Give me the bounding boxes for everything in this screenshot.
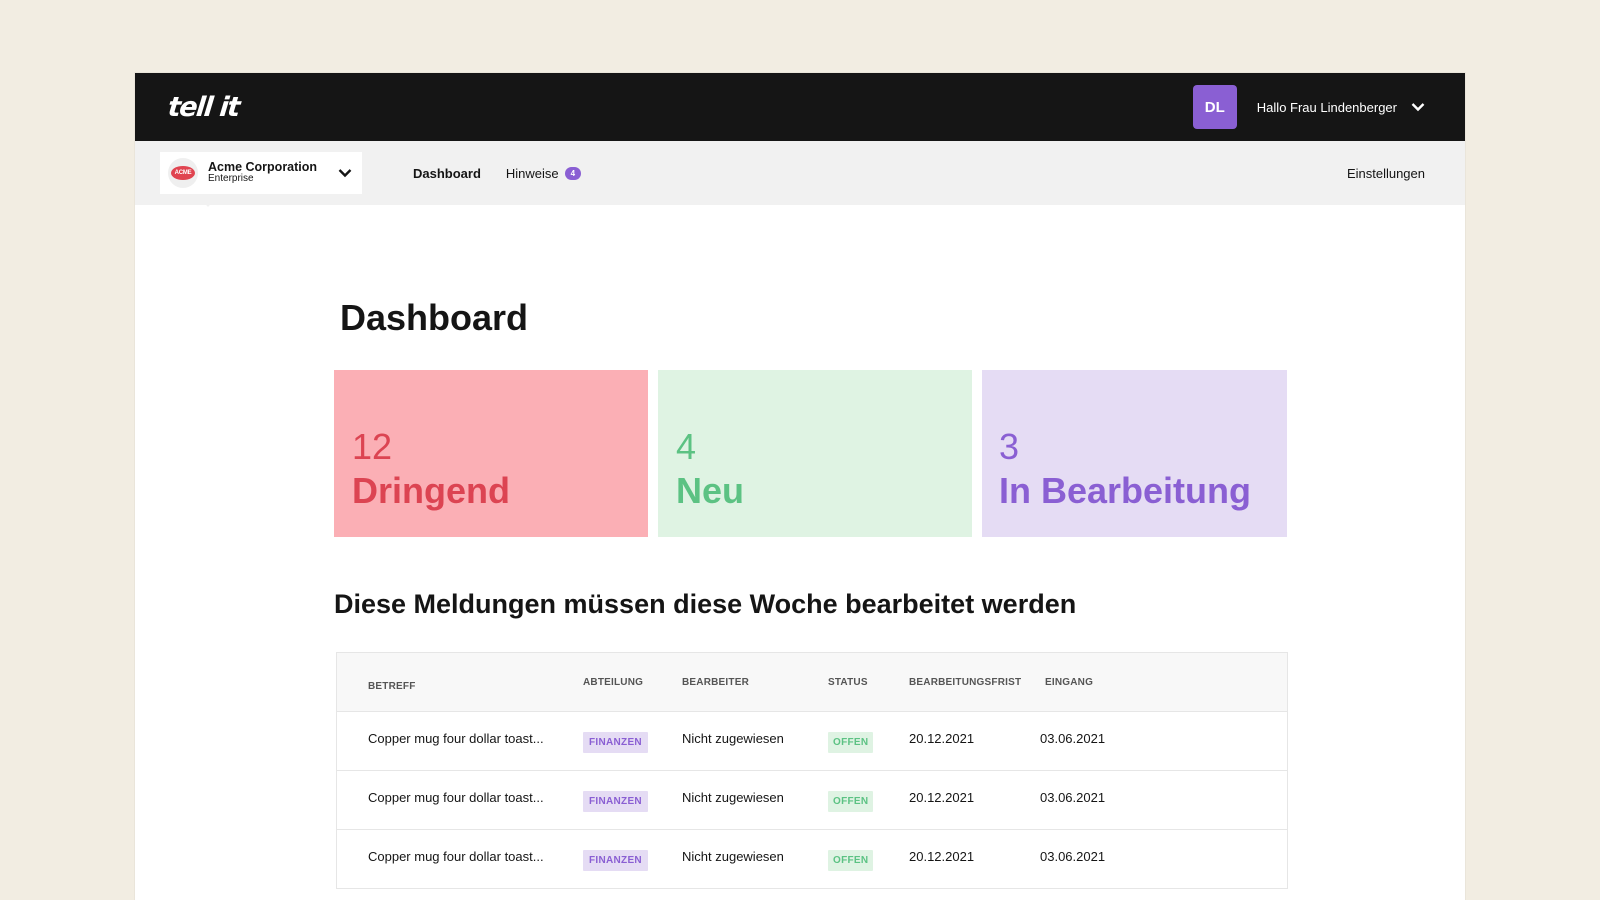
nav-settings[interactable]: Einstellungen bbox=[1347, 166, 1425, 181]
card-label: Neu bbox=[676, 470, 745, 511]
status-badge: OFFEN bbox=[828, 850, 874, 871]
reports-table: BETREFF ABTEILUNG BEARBEITER STATUS BEAR… bbox=[336, 652, 1288, 889]
status-badge-label: OFFEN bbox=[828, 850, 874, 871]
app-logo[interactable]: tell it bbox=[166, 92, 240, 123]
card-urgent[interactable]: 12 Dringend bbox=[334, 370, 648, 537]
row-deadline: 20.12.2021 bbox=[909, 790, 975, 805]
nav-hinweise[interactable]: Hinweise 4 bbox=[505, 165, 582, 181]
main-content: Dashboard 12 Dringend 4 Neu 3 In Bearbei… bbox=[334, 205, 1294, 889]
summary-cards: 12 Dringend 4 Neu 3 In Bearbeitung bbox=[334, 370, 1294, 537]
row-editor: Nicht zugewiesen bbox=[682, 849, 784, 864]
row-deadline: 20.12.2021 bbox=[909, 731, 975, 746]
status-badge: OFFEN bbox=[828, 732, 874, 753]
row-subject: Copper mug four dollar toast... bbox=[368, 849, 544, 864]
column-header-inbox[interactable]: EINGANG bbox=[1045, 677, 1093, 688]
department-tag: FINANZEN bbox=[583, 732, 648, 753]
row-editor: Nicht zugewiesen bbox=[682, 731, 784, 746]
department-tag: FINANZEN bbox=[583, 850, 648, 871]
user-menu[interactable]: DL Hallo Frau Lindenberger bbox=[1192, 85, 1425, 129]
table-header: BETREFF ABTEILUNG BEARBEITER STATUS BEAR… bbox=[337, 653, 1287, 712]
card-count: 4 bbox=[676, 426, 697, 467]
column-header-editor[interactable]: BEARBEITER bbox=[682, 677, 749, 688]
column-header-subject[interactable]: BETREFF bbox=[368, 681, 416, 692]
row-inbox-date: 03.06.2021 bbox=[1040, 731, 1106, 746]
table-row[interactable]: Copper mug four dollar toast... FINANZEN… bbox=[337, 771, 1287, 830]
card-new[interactable]: 4 Neu bbox=[658, 370, 972, 537]
card-count: 3 bbox=[999, 426, 1020, 467]
row-subject: Copper mug four dollar toast... bbox=[368, 790, 544, 805]
status-badge-label: OFFEN bbox=[828, 732, 874, 753]
app-window: tell it DL Hallo Frau Lindenberger ACME … bbox=[135, 73, 1465, 900]
department-tag-label: FINANZEN bbox=[583, 791, 648, 812]
table-row[interactable]: Copper mug four dollar toast... FINANZEN… bbox=[337, 830, 1287, 889]
nav-dashboard[interactable]: Dashboard bbox=[413, 166, 481, 181]
row-inbox-date: 03.06.2021 bbox=[1040, 790, 1106, 805]
card-label: In Bearbeitung bbox=[999, 470, 1252, 511]
chevron-down-icon[interactable] bbox=[1411, 102, 1425, 112]
dropdown-pointer bbox=[197, 194, 219, 207]
department-tag-label: FINANZEN bbox=[583, 732, 648, 753]
chevron-down-icon[interactable] bbox=[338, 168, 352, 178]
organization-switcher[interactable]: ACME Acme Corporation Enterprise bbox=[160, 152, 362, 207]
organization-info: Acme Corporation Enterprise bbox=[208, 161, 338, 185]
organization-logo: ACME bbox=[168, 158, 198, 188]
department-tag: FINANZEN bbox=[583, 791, 648, 812]
column-header-status[interactable]: STATUS bbox=[828, 677, 868, 688]
status-badge-label: OFFEN bbox=[828, 791, 874, 812]
column-header-department[interactable]: ABTEILUNG bbox=[583, 677, 643, 688]
status-badge: OFFEN bbox=[828, 791, 874, 812]
row-deadline: 20.12.2021 bbox=[909, 849, 975, 864]
row-inbox-date: 03.06.2021 bbox=[1040, 849, 1106, 864]
main-nav: Dashboard Hinweise 4 bbox=[413, 166, 606, 181]
card-count: 12 bbox=[352, 426, 393, 467]
page-title: Dashboard bbox=[340, 297, 529, 338]
table-row[interactable]: Copper mug four dollar toast... FINANZEN… bbox=[337, 712, 1287, 771]
column-header-deadline[interactable]: BEARBEITUNGSFRIST bbox=[909, 677, 1021, 688]
hinweise-count-badge: 4 bbox=[564, 166, 582, 180]
user-greeting[interactable]: Hallo Frau Lindenberger bbox=[1257, 100, 1397, 115]
top-bar: tell it DL Hallo Frau Lindenberger bbox=[135, 73, 1465, 141]
acme-logo-mark: ACME bbox=[171, 166, 195, 180]
section-title: Diese Meldungen müssen diese Woche bearb… bbox=[334, 589, 1077, 619]
row-editor: Nicht zugewiesen bbox=[682, 790, 784, 805]
avatar[interactable]: DL bbox=[1192, 85, 1237, 129]
organization-plan: Enterprise bbox=[208, 173, 254, 185]
card-label: Dringend bbox=[352, 470, 510, 511]
sub-navigation: ACME Acme Corporation Enterprise Dashboa… bbox=[135, 141, 1465, 207]
nav-hinweise-label: Hinweise bbox=[505, 165, 559, 181]
row-subject: Copper mug four dollar toast... bbox=[368, 731, 544, 746]
department-tag-label: FINANZEN bbox=[583, 850, 648, 871]
card-in-progress[interactable]: 3 In Bearbeitung bbox=[982, 370, 1287, 537]
